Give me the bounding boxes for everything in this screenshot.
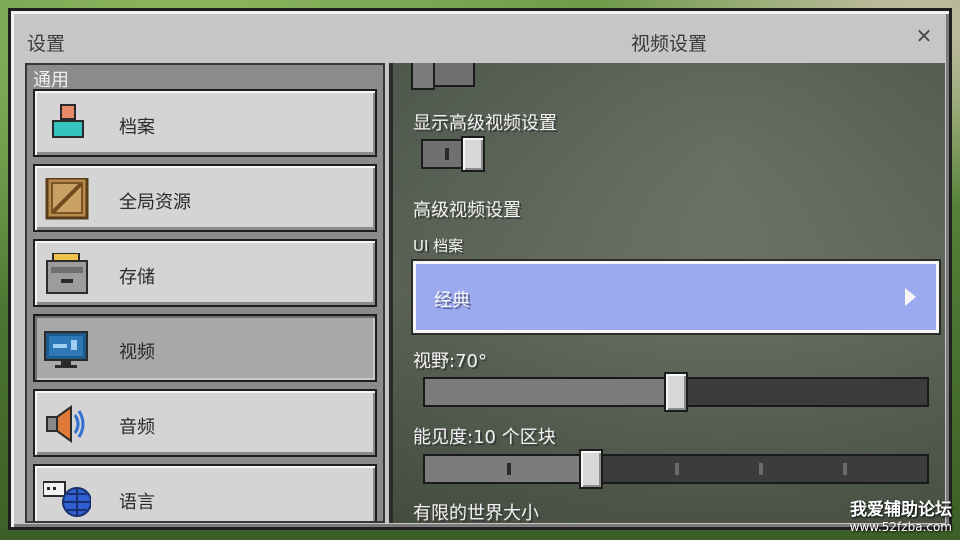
toggle-mark (445, 148, 449, 160)
watermark-title: 我爱辅助论坛 (850, 500, 952, 520)
slider-knob[interactable] (664, 372, 688, 412)
show-advanced-toggle[interactable] (421, 136, 485, 172)
slider-knob[interactable] (579, 449, 603, 489)
scrollbar[interactable] (389, 63, 393, 523)
toggle-knob (461, 136, 485, 172)
page-title: 视频设置 (631, 33, 708, 55)
slider-tick (507, 463, 511, 475)
sidebar-item-video[interactable]: 视频 (33, 314, 377, 382)
ui-profile-value: 经典 (434, 290, 470, 311)
ui-profile-dropdown[interactable]: 经典 (413, 261, 939, 333)
profile-icon (52, 104, 84, 138)
close-icon[interactable]: ✕ (913, 25, 935, 47)
slider-fill (425, 379, 676, 405)
storage-drawer-icon (46, 253, 88, 294)
sidebar-item-storage[interactable]: 存储 (33, 239, 377, 307)
slider-tick (759, 463, 763, 475)
toggle-knob (411, 63, 435, 90)
sidebar-item-audio[interactable]: 音频 (33, 389, 377, 457)
sidebar-item-label: 视频 (119, 342, 155, 363)
advanced-video-heading: 高级视频设置 (413, 200, 521, 221)
watermark: 我爱辅助论坛 www.52fzba.com (850, 495, 952, 534)
fov-label: 视野:70° (413, 351, 487, 372)
watermark-url: www.52fzba.com (849, 520, 952, 534)
sidebar-item-label: 全局资源 (119, 192, 191, 213)
render-distance-label: 能见度:10 个区块 (413, 427, 556, 448)
fov-slider[interactable] (423, 372, 929, 412)
settings-title: 设置 (27, 33, 66, 55)
chevron-right-icon (905, 288, 916, 306)
video-settings-panel: 显示高级视频设置 高级视频设置 UI 档案 经典 视野:70° 能见度:10 个… (389, 63, 945, 523)
crate-icon (45, 178, 89, 220)
speaker-icon (46, 405, 85, 443)
settings-window: 设置 视频设置 ✕ 通用 档案 全局资源 存储 视频 音频 语言 显示高级视频设… (8, 8, 952, 530)
sidebar-item-label: 存储 (119, 267, 155, 288)
sidebar-item-label: 音频 (119, 417, 155, 438)
sidebar-item-language[interactable]: 语言 (33, 464, 377, 521)
ui-profile-label: UI 档案 (413, 237, 464, 255)
sidebar-item-label: 档案 (119, 117, 155, 138)
sidebar: 通用 档案 全局资源 存储 视频 音频 语言 (25, 63, 385, 523)
render-distance-slider[interactable] (423, 449, 929, 489)
world-size-label: 有限的世界大小 (413, 503, 539, 523)
toggle-partial-top[interactable] (411, 63, 475, 90)
title-bar: 设置 视频设置 ✕ (11, 11, 949, 65)
sidebar-item-label: 语言 (119, 492, 155, 513)
language-globe-icon (43, 481, 91, 517)
show-advanced-label: 显示高级视频设置 (413, 113, 557, 134)
slider-tick (843, 463, 847, 475)
monitor-icon (44, 331, 88, 368)
slider-tick (675, 463, 679, 475)
sidebar-item-profile[interactable]: 档案 (33, 89, 377, 157)
sidebar-item-global-resources[interactable]: 全局资源 (33, 164, 377, 232)
